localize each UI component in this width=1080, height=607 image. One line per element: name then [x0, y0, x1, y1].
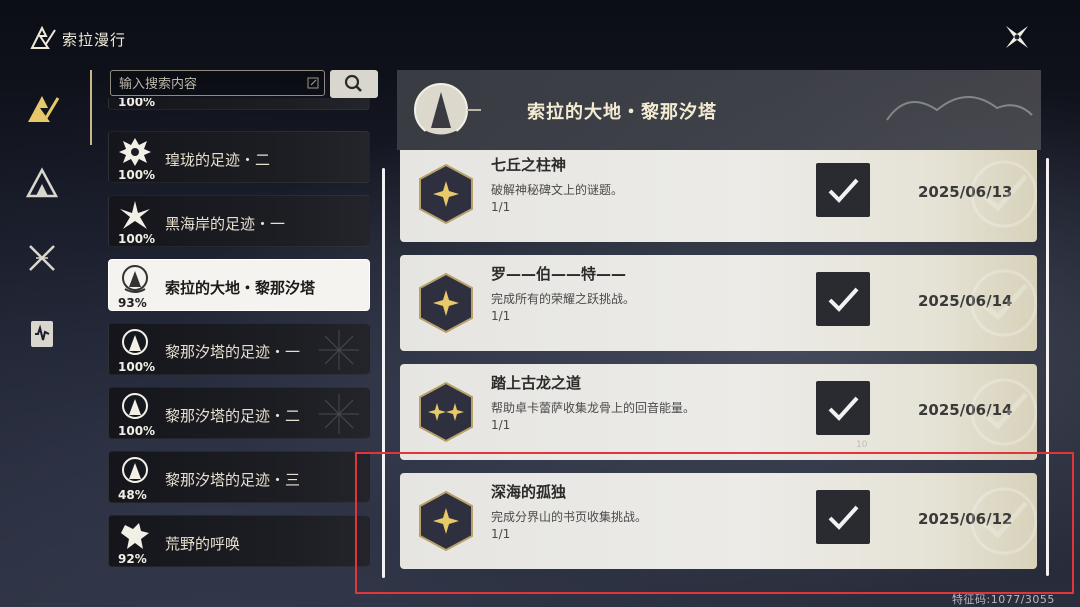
region-list: 100% 100% 瑝珑的足迹・二 100% 黑海岸的足迹・一 93% 索拉的大…: [108, 98, 374, 578]
compass-watermark-icon: [319, 394, 359, 434]
region-percent: 48%: [118, 488, 147, 502]
region-name: 索拉的大地・黎那汐塔: [165, 279, 316, 297]
search-input[interactable]: [117, 73, 306, 95]
achievement-card[interactable]: 罗——伯——特—— 完成所有的荣耀之跃挑战。 1/1 5 2025/06/14: [400, 255, 1037, 351]
highlight-annotation-box: [355, 452, 1074, 594]
region-name: 瑝珑的足迹・二: [165, 151, 271, 169]
region-title: 索拉的大地・黎那汐塔: [527, 102, 717, 123]
region-percent: 100%: [118, 424, 156, 438]
check-icon: [828, 178, 859, 203]
check-watermark-icon: [970, 160, 1037, 228]
search-button[interactable]: [330, 70, 378, 98]
rinascita-emblem-icon: [122, 457, 148, 483]
compass-watermark-icon: [319, 330, 359, 370]
region-item[interactable]: 100%: [108, 98, 370, 110]
achievement-card[interactable]: 踏上古龙之道 帮助卓卡蕾萨收集龙骨上的回音能量。 1/1 10 2025/06/…: [400, 364, 1037, 460]
app-title: 索拉漫行: [62, 31, 127, 49]
nav-active-indicator: [90, 70, 92, 145]
region-item-active[interactable]: 93% 索拉的大地・黎那汐塔: [108, 259, 370, 311]
region-name: 黎那汐塔的足迹・一: [165, 343, 301, 361]
achievement-title: 七丘之柱神: [491, 156, 567, 174]
edit-icon: [307, 77, 319, 89]
rinascita-emblem-icon: [122, 393, 148, 419]
app-logo-icon: [30, 25, 56, 49]
rinascita-emblem-icon: [122, 329, 148, 355]
region-percent: 92%: [118, 552, 147, 566]
achievement-desc: 破解神秘碑文上的谜题。: [491, 183, 624, 197]
region-item[interactable]: 92% 荒野的呼唤: [108, 515, 370, 567]
achievement-card[interactable]: 七丘之柱神 破解神秘碑文上的谜题。 1/1 5 2025/06/13: [400, 150, 1037, 242]
nav-combat-icon[interactable]: [22, 238, 62, 278]
achievement-title: 罗——伯——特——: [491, 265, 627, 283]
region-name: 黎那汐塔的足迹・三: [165, 471, 301, 489]
region-item[interactable]: 100% 黎那汐塔的足迹・二: [108, 387, 370, 439]
achievement-double-star-icon: [419, 381, 473, 443]
achievement-star-icon: [419, 163, 473, 225]
achievement-claimed-box[interactable]: 5: [816, 163, 870, 217]
check-watermark-icon: [970, 269, 1037, 337]
achievement-star-icon: [419, 272, 473, 334]
region-percent: 100%: [118, 168, 156, 182]
region-percent: 100%: [118, 98, 156, 109]
dragon-emblem-icon: [119, 138, 151, 166]
achievement-claimed-box[interactable]: 5: [816, 272, 870, 326]
check-watermark-icon: [970, 378, 1037, 446]
achievement-claimed-box[interactable]: 10: [816, 381, 870, 450]
rinascita-emblem-icon: [122, 265, 148, 293]
shore-emblem-icon: [120, 201, 150, 229]
nav-archive-icon[interactable]: [22, 314, 62, 354]
search-icon: [344, 74, 362, 92]
wild-beast-emblem-icon: [121, 523, 149, 549]
rinascita-emblem-icon: [414, 83, 481, 138]
nav-mountain-icon[interactable]: [22, 162, 62, 202]
achievement-title: 踏上古龙之道: [491, 374, 582, 392]
region-item[interactable]: 100% 瑝珑的足迹・二: [108, 131, 370, 183]
region-item[interactable]: 48% 黎那汐塔的足迹・三: [108, 451, 370, 503]
region-name: 黑海岸的足迹・一: [165, 215, 286, 233]
search-field[interactable]: [110, 70, 325, 96]
cloud-decoration-icon: [886, 96, 1033, 121]
achievement-progress: 1/1: [491, 200, 511, 214]
close-icon[interactable]: [1002, 22, 1032, 52]
reward-count: 10: [856, 440, 868, 450]
check-icon: [828, 396, 859, 421]
region-name: 黎那汐塔的足迹・二: [165, 407, 301, 425]
region-percent: 100%: [118, 360, 156, 374]
nav-exploration-icon[interactable]: [22, 88, 62, 128]
region-header: 索拉的大地・黎那汐塔: [397, 70, 1041, 150]
region-name: 荒野的呼唤: [165, 535, 241, 553]
check-icon: [828, 287, 859, 312]
region-item[interactable]: 100% 黑海岸的足迹・一: [108, 195, 370, 247]
achievement-desc: 完成所有的荣耀之跃挑战。: [491, 292, 636, 306]
player-uid: 特征码:1077/3055: [952, 593, 1055, 606]
achievement-progress: 1/1: [491, 309, 511, 323]
region-percent: 100%: [118, 232, 156, 246]
achievement-progress: 1/1: [491, 418, 511, 432]
region-item[interactable]: 100% 黎那汐塔的足迹・一: [108, 323, 370, 375]
achievement-desc: 帮助卓卡蕾萨收集龙骨上的回音能量。: [491, 401, 696, 415]
region-percent: 93%: [118, 296, 147, 310]
